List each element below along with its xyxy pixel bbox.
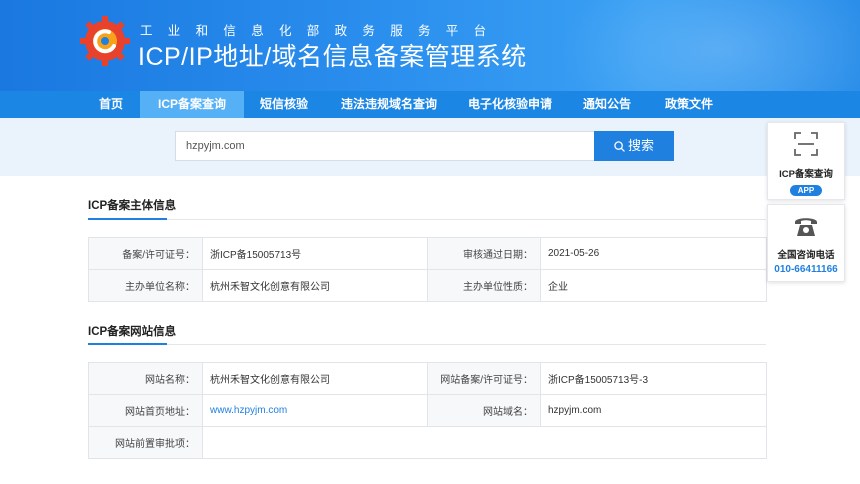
site-license-label: 网站备案/许可证号： bbox=[427, 362, 541, 395]
nav-policy[interactable]: 政策文件 bbox=[660, 91, 718, 118]
nav-notices[interactable]: 通知公告 bbox=[578, 91, 636, 118]
app-card-label: ICP备案查询 bbox=[779, 169, 833, 180]
table-row: 网站前置审批项： bbox=[88, 426, 767, 459]
nav-home[interactable]: 首页 bbox=[88, 91, 134, 118]
website-section-title: ICP备案网站信息 bbox=[88, 326, 177, 338]
homepage-url-link[interactable]: www.hzpyjm.com bbox=[210, 405, 287, 416]
search-input[interactable] bbox=[175, 131, 595, 161]
organizer-name-value: 杭州禾智文化创意有限公司 bbox=[202, 269, 428, 302]
homepage-url-label: 网站首页地址： bbox=[88, 394, 203, 427]
subject-info-table: 备案/许可证号： 浙ICP备15005713号 审核通过日期： 2021-05-… bbox=[88, 237, 767, 302]
hotline-card: 全国咨询电话 010-66411166 bbox=[767, 204, 845, 282]
header-glow bbox=[560, 0, 860, 91]
subject-section-title: ICP备案主体信息 bbox=[88, 200, 177, 212]
main-nav: 首页 ICP备案查询 短信核验 违法违规域名查询 电子化核验申请 通知公告 政策… bbox=[0, 91, 860, 118]
table-row: 主办单位名称： 杭州禾智文化创意有限公司 主办单位性质： 企业 bbox=[88, 269, 767, 302]
domain-value: hzpyjm.com bbox=[540, 394, 767, 427]
approval-date-value: 2021-05-26 bbox=[540, 237, 767, 270]
section-underline bbox=[88, 343, 167, 345]
approval-date-label: 审核通过日期： bbox=[427, 237, 541, 270]
nav-illegal-domain[interactable]: 违法违规域名查询 bbox=[334, 91, 444, 118]
hotline-label: 全国咨询电话 bbox=[777, 250, 835, 261]
pre-approval-value bbox=[202, 426, 767, 459]
nav-e-verify[interactable]: 电子化核验申请 bbox=[460, 91, 560, 118]
site-name-value: 杭州禾智文化创意有限公司 bbox=[202, 362, 428, 395]
pre-approval-label: 网站前置审批项： bbox=[88, 426, 203, 459]
site-title: ICP/IP地址/域名信息备案管理系统 bbox=[138, 43, 527, 71]
organizer-name-label: 主办单位名称： bbox=[88, 269, 203, 302]
nav-icp-query[interactable]: ICP备案查询 bbox=[140, 91, 244, 118]
scan-icon bbox=[794, 132, 818, 156]
hotline-number: 010-66411166 bbox=[774, 264, 838, 275]
section-divider bbox=[88, 219, 766, 220]
miit-logo-icon bbox=[80, 16, 130, 66]
organizer-type-value: 企业 bbox=[540, 269, 767, 302]
search-button[interactable]: 搜索 bbox=[594, 131, 674, 161]
website-info-table: 网站名称： 杭州禾智文化创意有限公司 网站备案/许可证号： 浙ICP备15005… bbox=[88, 362, 767, 459]
site-license-value: 浙ICP备15005713号-3 bbox=[540, 362, 767, 395]
site-header: 工业和信息化部政务服务平台 ICP/IP地址/域名信息备案管理系统 bbox=[0, 0, 860, 91]
organizer-type-label: 主办单位性质： bbox=[427, 269, 541, 302]
table-row: 网站名称： 杭州禾智文化创意有限公司 网站备案/许可证号： 浙ICP备15005… bbox=[88, 362, 767, 395]
app-download-card[interactable]: ICP备案查询 APP bbox=[767, 122, 845, 200]
section-divider bbox=[88, 344, 766, 345]
telephone-icon bbox=[795, 218, 817, 236]
license-number-value: 浙ICP备15005713号 bbox=[202, 237, 428, 270]
license-number-label: 备案/许可证号： bbox=[88, 237, 203, 270]
app-badge: APP bbox=[789, 185, 823, 196]
homepage-url-value: www.hzpyjm.com bbox=[202, 394, 428, 427]
search-icon bbox=[614, 141, 625, 152]
table-row: 备案/许可证号： 浙ICP备15005713号 审核通过日期： 2021-05-… bbox=[88, 237, 767, 270]
table-row: 网站首页地址： www.hzpyjm.com 网站域名： hzpyjm.com bbox=[88, 394, 767, 427]
site-name-label: 网站名称： bbox=[88, 362, 203, 395]
search-button-label: 搜索 bbox=[627, 138, 654, 153]
domain-label: 网站域名： bbox=[427, 394, 541, 427]
nav-sms-verify[interactable]: 短信核验 bbox=[252, 91, 316, 118]
section-underline bbox=[88, 218, 167, 220]
